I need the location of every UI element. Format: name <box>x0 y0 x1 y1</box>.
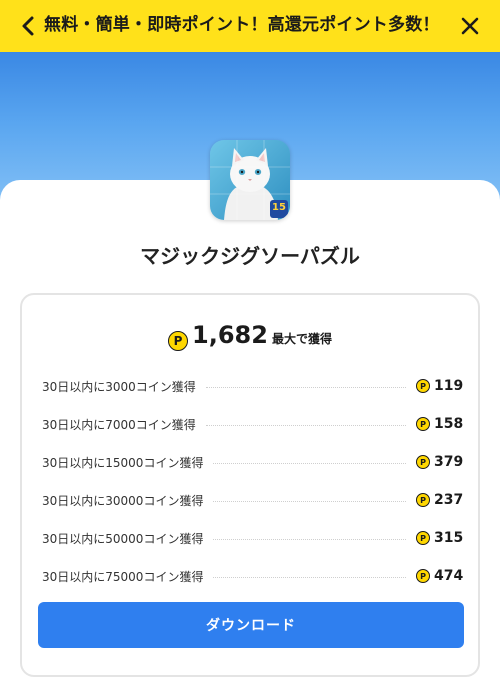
task-label: 30日以内に30000コイン獲得 <box>42 493 204 508</box>
point-coin-icon: P <box>416 417 430 431</box>
task-label: 30日以内に7000コイン獲得 <box>42 417 196 432</box>
top-bar: 無料・簡単・即時ポイント！高還元ポイント多数！ <box>0 0 500 52</box>
dotted-leader <box>205 386 406 388</box>
app-name: マジックジグソーパズル <box>140 244 360 268</box>
task-row: 30日以内に3000コイン獲得 P 119 <box>42 367 464 405</box>
dotted-leader <box>205 424 406 426</box>
reward-card: P 1,682 最大で獲得 30日以内に3000コイン獲得 P 119 30日以… <box>20 293 480 677</box>
task-points: 158 <box>434 416 464 432</box>
task-points: 119 <box>434 378 464 394</box>
task-row: 30日以内に50000コイン獲得 P 315 <box>42 519 464 557</box>
task-list: 30日以内に3000コイン獲得 P 119 30日以内に7000コイン獲得 P … <box>42 367 464 595</box>
task-row: 30日以内に30000コイン獲得 P 237 <box>42 481 464 519</box>
point-coin-icon: P <box>416 569 430 583</box>
chevron-left-icon <box>22 16 34 36</box>
task-label: 30日以内に50000コイン獲得 <box>42 531 204 546</box>
task-points: 315 <box>434 530 464 546</box>
task-row: 30日以内に7000コイン獲得 P 158 <box>42 405 464 443</box>
app-badge: 15 <box>272 202 286 213</box>
close-icon <box>461 17 479 35</box>
task-points: 379 <box>434 454 464 470</box>
task-points: 474 <box>434 568 464 584</box>
close-button[interactable] <box>458 14 482 38</box>
total-reward: P 1,682 最大で獲得 <box>22 321 478 351</box>
dotted-leader <box>213 462 406 464</box>
download-button[interactable]: ダウンロード <box>38 602 464 648</box>
point-coin-icon: P <box>416 493 430 507</box>
point-coin-icon: P <box>416 531 430 545</box>
point-coin-icon: P <box>416 379 430 393</box>
task-label: 30日以内に75000コイン獲得 <box>42 569 204 584</box>
task-label: 30日以内に15000コイン獲得 <box>42 455 204 470</box>
total-points-suffix: 最大で獲得 <box>271 332 332 346</box>
task-row: 30日以内に15000コイン獲得 P 379 <box>42 443 464 481</box>
back-button[interactable] <box>16 14 40 38</box>
task-points: 237 <box>434 492 464 508</box>
point-coin-icon: P <box>416 455 430 469</box>
app-icon: 15 <box>210 140 290 220</box>
task-label: 30日以内に3000コイン獲得 <box>42 379 196 394</box>
total-points: 1,682 <box>192 321 268 349</box>
dotted-leader <box>213 500 406 502</box>
task-row: 30日以内に75000コイン獲得 P 474 <box>42 557 464 595</box>
point-coin-icon: P <box>168 331 189 351</box>
dotted-leader <box>213 576 406 578</box>
page-title: 無料・簡単・即時ポイント！高還元ポイント多数！ <box>44 15 440 35</box>
dotted-leader <box>213 538 406 540</box>
